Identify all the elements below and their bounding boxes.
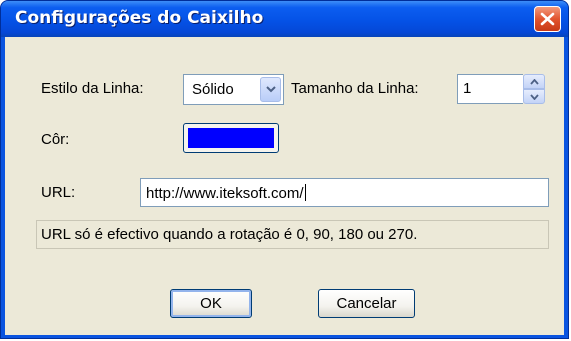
- up-arrow-icon: [530, 79, 539, 85]
- line-size-value: 1: [463, 80, 472, 97]
- dialog-window: Configurações do Caixilho Estilo da Linh…: [0, 0, 569, 339]
- url-value: http://www.iteksoft.com/: [146, 184, 306, 202]
- color-picker-button[interactable]: [183, 123, 279, 153]
- line-style-label: Estilo da Linha:: [41, 80, 144, 97]
- color-label: Côr:: [41, 131, 70, 148]
- window-title: Configurações do Caixilho: [15, 8, 264, 28]
- url-input[interactable]: http://www.iteksoft.com/: [140, 178, 549, 207]
- cancel-button[interactable]: Cancelar: [318, 289, 415, 318]
- line-style-value: Sólido: [192, 81, 234, 98]
- url-label: URL:: [41, 184, 76, 201]
- url-text: http://www.iteksoft.com/: [146, 185, 304, 202]
- dialog-body: Estilo da Linha: Sólido Tamanho da Linha…: [5, 37, 564, 335]
- title-bar[interactable]: Configurações do Caixilho: [1, 1, 568, 37]
- info-text: URL só é efectivo quando a rotação é 0, …: [41, 226, 418, 243]
- line-size-increment-button[interactable]: [523, 74, 545, 89]
- down-arrow-icon: [530, 94, 539, 100]
- color-swatch: [188, 128, 274, 148]
- info-box: URL só é efectivo quando a rotação é 0, …: [36, 220, 549, 249]
- line-style-dropdown-button[interactable]: [260, 77, 281, 102]
- ok-button[interactable]: OK: [170, 289, 252, 318]
- chevron-down-icon: [266, 86, 276, 93]
- line-style-select[interactable]: Sólido: [183, 74, 284, 105]
- close-button[interactable]: [534, 6, 561, 32]
- line-size-decrement-button[interactable]: [523, 89, 545, 104]
- line-size-input[interactable]: 1: [457, 74, 523, 104]
- close-icon: [540, 12, 555, 26]
- text-caret: [304, 184, 306, 201]
- line-size-label: Tamanho da Linha:: [291, 80, 419, 97]
